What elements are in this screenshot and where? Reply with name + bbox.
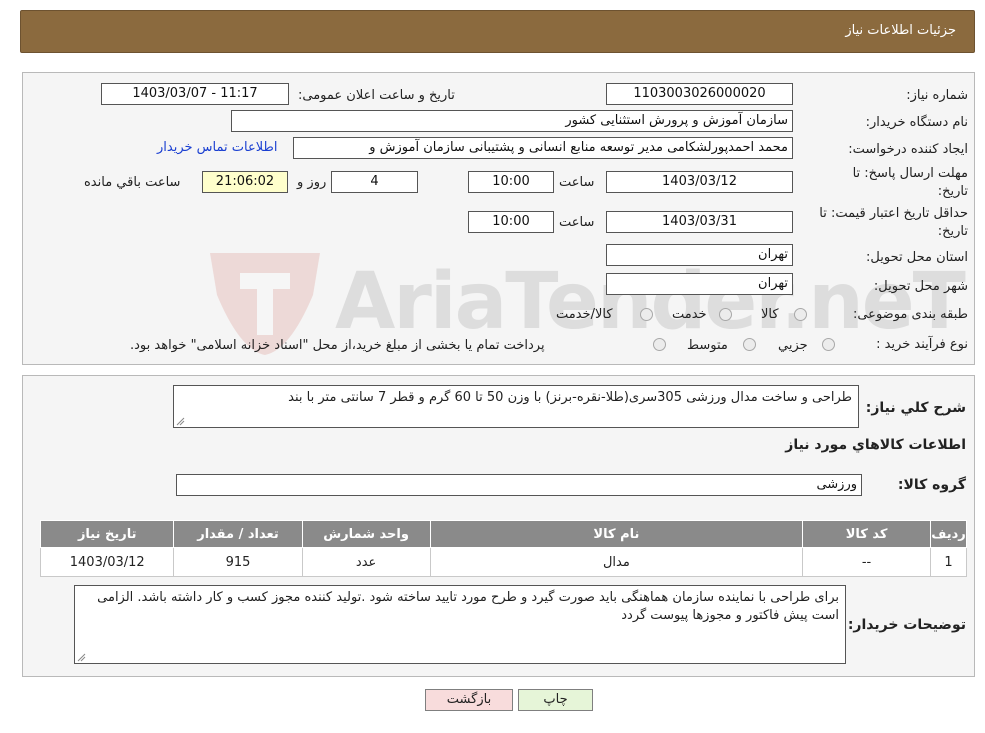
process-medium-label: متوسط [687, 338, 728, 353]
cell-unit: عدد [301, 547, 431, 577]
treasury-note: پرداخت تمام یا بخشی از مبلغ خرید،از محل … [130, 338, 545, 353]
resize-grip-icon [77, 653, 86, 662]
category-goods-radio[interactable] [794, 308, 807, 321]
col-qty-header: تعداد / مقدار [173, 520, 303, 548]
resize-grip-icon [176, 417, 185, 426]
col-name-header: نام کالا [429, 520, 804, 548]
requester-label: ایجاد کننده درخواست: [848, 142, 968, 157]
goods-table: رديف کد کالا نام کالا واحد شمارش تعداد /… [39, 520, 967, 577]
col-date-header: تاريخ نياز [39, 520, 175, 548]
cell-row: 1 [930, 547, 967, 577]
reply-time-label: ساعت [559, 175, 595, 190]
description-textarea[interactable]: طراحی و ساخت مدال ورزشی 305سری(طلا-نقره-… [173, 385, 859, 428]
price-validity-label: حداقل تاریخ اعتبار قیمت: تا [819, 206, 968, 221]
remaining-days-field: 4 [331, 171, 418, 193]
cell-code: -- [802, 547, 932, 577]
validity-time-label: ساعت [559, 215, 595, 230]
description-text: طراحی و ساخت مدال ورزشی 305سری(طلا-نقره-… [288, 390, 852, 405]
remaining-time-field: 21:06:02 [202, 171, 288, 193]
buyer-notes-textarea[interactable]: برای طراحی با نماینده سازمان هماهنگی بای… [74, 585, 846, 664]
goods-section-title: اطلاعات کالاهاي مورد نياز [785, 437, 966, 453]
page-header: جزئیات اطلاعات نیاز [20, 10, 975, 53]
need-number-field: 1103003026000020 [606, 83, 793, 105]
validity-time-field: 10:00 [468, 211, 554, 233]
col-unit-header: واحد شمارش [301, 520, 431, 548]
province-label: استان محل تحویل: [866, 250, 968, 265]
col-code-header: کد کالا [802, 520, 932, 548]
category-goods-service-label: کالا/خدمت [556, 307, 613, 322]
treasury-checkbox[interactable] [653, 338, 666, 351]
process-minor-label: جزيي [778, 338, 808, 353]
goods-group-field: ورزشی [176, 474, 862, 496]
city-field: تهران [606, 273, 793, 295]
validity-date-field: 1403/03/31 [606, 211, 793, 233]
days-label: روز و [297, 175, 327, 190]
process-label: نوع فرآیند خرید : [876, 337, 968, 352]
cell-date: 1403/03/12 [39, 547, 175, 577]
category-label: طبقه بندی موضوعی: [852, 307, 968, 322]
print-button[interactable]: چاپ [518, 689, 593, 711]
buyer-notes-text: برای طراحی با نماینده سازمان هماهنگی بای… [97, 590, 839, 623]
cell-name: مدال [429, 547, 804, 577]
process-medium-radio[interactable] [743, 338, 756, 351]
category-service-label: خدمت [672, 307, 707, 322]
province-field: تهران [606, 244, 793, 266]
category-service-radio[interactable] [719, 308, 732, 321]
reply-time-field: 10:00 [468, 171, 554, 193]
buyer-notes-label: توضیحات خریدار: [847, 617, 966, 633]
remaining-time-label: ساعت باقي مانده [84, 175, 181, 190]
buyer-org-field: سازمان آموزش و پرورش استثنایی کشور [231, 110, 793, 132]
table-row: 1 -- مدال عدد 915 1403/03/12 [39, 547, 967, 577]
city-label: شهر محل تحویل: [873, 279, 968, 294]
reply-deadline-label: مهلت ارسال پاسخ: تا [852, 166, 968, 181]
watermark-text: AriaTender.neT [335, 257, 966, 347]
process-minor-radio[interactable] [822, 338, 835, 351]
buyer-contact-link[interactable]: اطلاعات تماس خریدار [157, 140, 277, 155]
requester-field: محمد احمدپورلشکامی مدیر توسعه منابع انسا… [293, 137, 793, 159]
description-label: شرح کلي نياز: [865, 400, 966, 416]
price-validity-label-2: تاریخ: [937, 224, 968, 239]
announce-date-field: 1403/03/07 - 11:17 [101, 83, 289, 105]
category-goods-service-radio[interactable] [640, 308, 653, 321]
buyer-org-label: نام دستگاه خریدار: [865, 115, 968, 130]
cell-qty: 915 [173, 547, 303, 577]
back-button[interactable]: بازگشت [425, 689, 513, 711]
col-row-header: رديف [930, 520, 967, 548]
reply-date-field: 1403/03/12 [606, 171, 793, 193]
category-goods-label: کالا [761, 307, 779, 322]
need-number-label: شماره نیاز: [906, 88, 968, 103]
goods-group-label: گروه کالا: [897, 477, 966, 493]
page-title: جزئیات اطلاعات نیاز [845, 23, 956, 38]
reply-deadline-label-2: تاریخ: [937, 184, 968, 199]
announce-date-label: تاریخ و ساعت اعلان عمومی: [298, 88, 455, 103]
